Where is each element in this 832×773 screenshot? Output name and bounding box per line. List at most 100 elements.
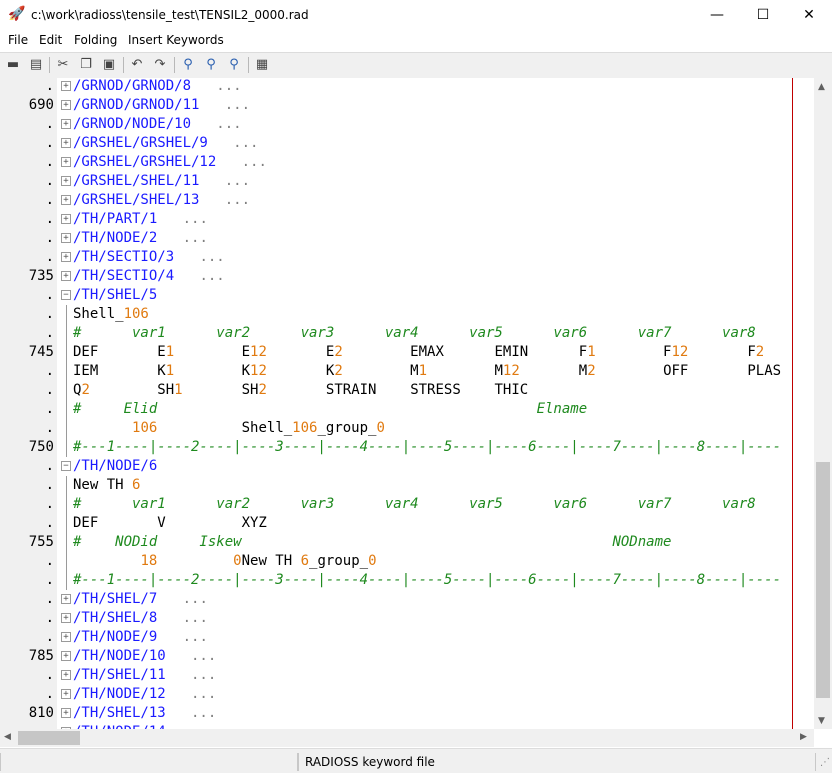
fold-expand-icon[interactable]: + [61, 252, 71, 262]
find-next-icon[interactable]: ⚲ [202, 56, 220, 74]
code-text[interactable]: /TH/SHEL/8 ... [73, 609, 208, 628]
code-editor[interactable]: . +/GRNOD/GRNOD/8 ... 690 +/GRNOD/GRNOD/11 … [0, 78, 814, 729]
undo-icon[interactable]: ↶ [128, 56, 146, 74]
find-icon[interactable]: ⚲ [179, 56, 197, 74]
fold-expand-icon[interactable]: + [61, 119, 71, 129]
code-text[interactable]: /TH/SHEL/13 ... [73, 704, 216, 723]
code-text[interactable]: /GRNOD/GRNOD/8 ... [73, 78, 242, 96]
code-token: 1 [165, 363, 175, 379]
paste-icon[interactable]: ▣ [100, 56, 118, 74]
code-text[interactable]: /GRNOD/GRNOD/11 ... [73, 96, 250, 115]
fold-guide-line [66, 571, 67, 590]
menu-insert-keywords[interactable]: Insert Keywords [128, 33, 224, 47]
code-text[interactable]: /GRNOD/NODE/10 ... [73, 115, 242, 134]
fold-expand-icon[interactable]: + [61, 176, 71, 186]
code-text[interactable]: #---1----|----2----|----3----|----4----|… [73, 571, 781, 590]
fold-expand-icon[interactable]: + [61, 689, 71, 699]
vertical-scroll-thumb[interactable] [816, 462, 830, 698]
fold-expand-icon[interactable]: + [61, 594, 71, 604]
fold-expand-icon[interactable]: + [61, 214, 71, 224]
line-number: . [45, 249, 54, 265]
code-text[interactable]: 18 0New TH 6_group_0 [73, 552, 376, 571]
vertical-scrollbar[interactable]: ▲ ▼ [814, 78, 832, 729]
code-line: .|IEM K1 K12 K2 M1 M12 M2 OFF PLAS [0, 362, 814, 381]
rocket-icon: 🚀 [8, 6, 26, 22]
fold-expand-icon[interactable]: + [61, 271, 71, 281]
code-text[interactable]: 106 Shell_106_group_0 [73, 419, 385, 438]
code-text[interactable]: /TH/SECTIO/4 ... [73, 267, 225, 286]
code-token: 2 [334, 363, 343, 379]
resize-grip-icon[interactable]: ⋰ [820, 757, 830, 768]
fold-expand-icon[interactable]: + [61, 708, 71, 718]
minimize-button[interactable]: — [694, 0, 740, 30]
code-text[interactable]: #---1----|----2----|----3----|----4----|… [73, 438, 781, 457]
fold-expand-icon[interactable]: + [61, 195, 71, 205]
scroll-up-icon[interactable]: ▲ [818, 82, 825, 92]
code-text[interactable]: /GRSHEL/GRSHEL/9 ... [73, 134, 258, 153]
calculator-icon[interactable]: ▦ [253, 56, 271, 74]
fold-expand-icon[interactable]: + [61, 632, 71, 642]
code-token: #---1----|----2----|----3----|----4----|… [73, 572, 782, 588]
maximize-button[interactable]: ☐ [740, 0, 786, 30]
fold-expand-icon[interactable]: + [61, 613, 71, 623]
code-text[interactable]: /TH/SHEL/7 ... [73, 590, 208, 609]
fold-expand-icon[interactable]: + [61, 651, 71, 661]
status-file-type: RADIOSS keyword file [298, 753, 816, 771]
code-token: ... [165, 686, 217, 702]
code-text[interactable]: DEF V XYZ [73, 514, 267, 533]
code-text[interactable]: /GRSHEL/SHEL/13 ... [73, 191, 250, 210]
save-icon[interactable]: ▬ [4, 56, 22, 74]
scroll-down-icon[interactable]: ▼ [818, 716, 825, 726]
menu-edit[interactable]: Edit [39, 33, 62, 47]
code-line: . +/TH/SHEL/8 ... [0, 609, 814, 628]
code-text[interactable]: /TH/SHEL/5 [73, 286, 157, 305]
code-token: ... [199, 173, 251, 189]
code-line: . +/TH/SHEL/7 ... [0, 590, 814, 609]
redo-icon[interactable]: ↷ [151, 56, 169, 74]
fold-expand-icon[interactable]: + [61, 233, 71, 243]
save-all-icon[interactable]: ▤ [27, 56, 45, 74]
code-text[interactable]: /GRSHEL/GRSHEL/12 ... [73, 153, 267, 172]
code-text[interactable]: /TH/NODE/2 ... [73, 229, 208, 248]
code-text[interactable]: # var1 var2 var3 var4 var5 var6 var7 var… [73, 495, 756, 514]
scroll-right-icon[interactable]: ▶ [800, 732, 807, 742]
code-text[interactable]: /TH/SHEL/11 ... [73, 666, 216, 685]
code-text[interactable]: Q2 SH1 SH2 STRAIN STRESS THIC [73, 381, 528, 400]
fold-expand-icon[interactable]: + [61, 81, 71, 91]
code-text[interactable]: Shell_106 [73, 305, 149, 324]
code-text[interactable]: /TH/NODE/12 ... [73, 685, 216, 704]
code-text[interactable]: /TH/NODE/10 ... [73, 647, 216, 666]
code-text[interactable]: DEF E1 E12 E2 EMAX EMIN F1 F12 F2 [73, 343, 764, 362]
code-text[interactable]: IEM K1 K12 K2 M1 M12 M2 OFF PLAS [73, 362, 781, 381]
fold-expand-icon[interactable]: + [61, 100, 71, 110]
scroll-left-icon[interactable]: ◀ [4, 732, 11, 742]
code-text[interactable]: /TH/SECTIO/3 ... [73, 248, 225, 267]
code-token: ... [157, 591, 208, 607]
code-text[interactable]: # Elid Elname [73, 400, 587, 419]
close-button[interactable]: ✕ [786, 0, 832, 30]
menu-file[interactable]: File [8, 33, 28, 47]
code-token: IEM K [73, 363, 166, 379]
code-text[interactable]: # var1 var2 var3 var4 var5 var6 var7 var… [73, 324, 756, 343]
code-text[interactable]: /TH/NODE/6 [73, 457, 157, 476]
menu-folding[interactable]: Folding [74, 33, 117, 47]
toolbar-separator [174, 57, 175, 73]
fold-collapse-icon[interactable]: − [61, 290, 71, 300]
code-token: /GRSHEL/GRSHEL/12 [73, 154, 217, 170]
fold-expand-icon[interactable]: + [61, 157, 71, 167]
cut-icon[interactable]: ✂ [54, 56, 72, 74]
fold-expand-icon[interactable]: + [61, 138, 71, 148]
horizontal-scroll-thumb[interactable] [18, 731, 80, 745]
code-text[interactable]: /TH/PART/1 ... [73, 210, 208, 229]
fold-collapse-icon[interactable]: − [61, 461, 71, 471]
code-line: . +/TH/NODE/9 ... [0, 628, 814, 647]
code-text[interactable]: New TH 6 [73, 476, 140, 495]
find-previous-icon[interactable]: ⚲ [225, 56, 243, 74]
code-text[interactable]: /GRSHEL/SHEL/11 ... [73, 172, 250, 191]
code-text[interactable]: /TH/NODE/9 ... [73, 628, 208, 647]
code-text[interactable]: # NODid Iskew NODname [73, 533, 671, 552]
fold-expand-icon[interactable]: + [61, 670, 71, 680]
copy-icon[interactable]: ❐ [77, 56, 95, 74]
horizontal-scrollbar[interactable]: ◀ ▶ [0, 729, 814, 747]
